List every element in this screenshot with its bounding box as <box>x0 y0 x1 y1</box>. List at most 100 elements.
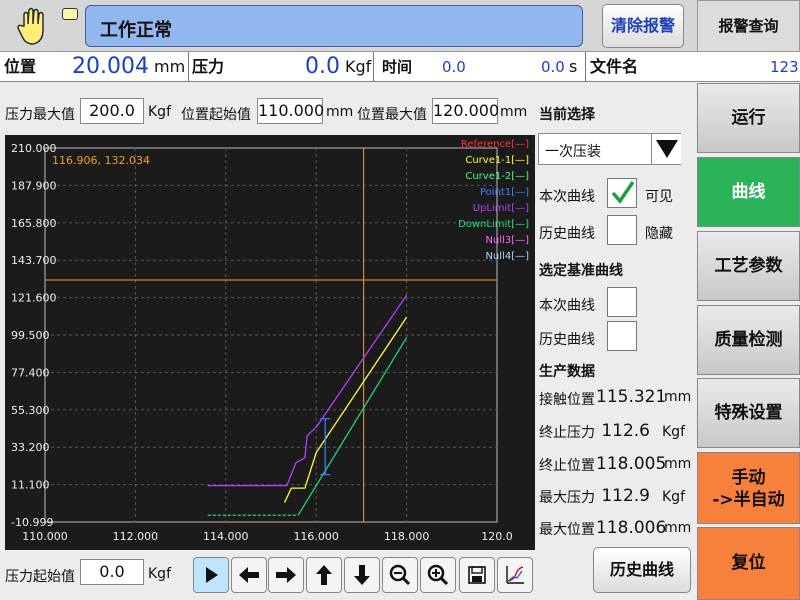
pan-down-button[interactable] <box>344 557 380 593</box>
end-pressure-label: 终止压力 <box>539 425 595 441</box>
this-curve-checkbox[interactable] <box>607 178 637 208</box>
arrow-down-icon <box>354 565 370 585</box>
cursor-readout: 116.906, 132.034 <box>52 154 150 167</box>
y-tick-label: 143.700 <box>11 254 57 267</box>
zoom-out-button[interactable] <box>382 557 418 593</box>
nav-curve-button[interactable]: 曲线 <box>697 157 800 227</box>
chart-settings-button[interactable] <box>497 557 533 593</box>
pos-max-input[interactable]: 120.000 <box>432 98 499 124</box>
pressure-start-unit: Kgf <box>148 566 171 582</box>
end-pos-label: 终止位置 <box>539 458 595 474</box>
ref-this-label: 本次曲线 <box>539 298 595 314</box>
chart-canvas[interactable]: 210.000 187.900 165.800 143.700 121.600 99.50… <box>5 135 535 550</box>
pos-start-input[interactable]: 110.000 <box>257 98 324 124</box>
time-value-1: 0.0 <box>442 58 466 76</box>
pos-max-unit: mm <box>500 104 528 120</box>
end-pos-value: 118.005 <box>596 454 667 474</box>
y-tick-label: 33.200 <box>11 441 50 454</box>
this-curve-label: 本次曲线 <box>539 189 595 205</box>
file-name-value: 123 <box>770 58 799 76</box>
ref-history-checkbox[interactable] <box>607 321 637 351</box>
position-unit: mm <box>154 57 186 76</box>
x-tick-label: 120.0 <box>481 530 513 543</box>
pressure-position-chart[interactable]: 210.000 187.900 165.800 143.700 121.600 99.50… <box>5 135 535 550</box>
time-value-2: 0.0 <box>541 58 565 76</box>
pos-start-label: 位置起始值 <box>181 107 251 123</box>
y-tick-label: -10.999 <box>11 516 53 529</box>
chart-curve-icon <box>506 566 524 584</box>
pos-max-label: 位置最大值 <box>357 107 427 123</box>
status-display: 工作正常 <box>85 5 583 47</box>
max-pressure-label: 压力最大值 <box>5 107 75 123</box>
dropdown-button[interactable] <box>651 134 681 164</box>
series-line <box>207 294 408 487</box>
y-tick-label: 99.500 <box>11 329 50 342</box>
play-icon <box>206 567 218 583</box>
arrow-up-icon <box>316 565 332 585</box>
end-pressure-unit: Kgf <box>662 424 685 440</box>
max-pressure-unit: Kgf <box>662 489 685 505</box>
select-value: 一次压装 <box>545 144 601 160</box>
x-tick-label: 112.000 <box>113 530 159 543</box>
x-tick-label: 116.000 <box>293 530 339 543</box>
nav-special-settings-button[interactable]: 特殊设置 <box>697 378 800 448</box>
arrow-right-icon <box>276 567 296 583</box>
end-pos-unit: mm <box>664 456 692 472</box>
max-pos-label: 最大位置 <box>539 522 595 538</box>
pan-left-button[interactable] <box>231 557 267 593</box>
prod-data-label: 生产数据 <box>539 364 595 380</box>
series-line <box>297 337 408 516</box>
history-curve-checkbox[interactable] <box>607 215 637 245</box>
y-tick-label: 11.100 <box>11 479 50 492</box>
zoom-out-icon <box>389 564 411 586</box>
checkmark-icon <box>611 181 635 204</box>
hand-stop-icon[interactable] <box>14 6 54 46</box>
contact-pos-value: 115.321 <box>596 387 667 407</box>
nav-process-params-button[interactable]: 工艺参数 <box>697 231 800 301</box>
visible-label: 可见 <box>645 189 673 205</box>
pressure-start-input[interactable]: 0.0 <box>80 559 144 585</box>
legend-entry: Point1[—] <box>480 187 529 198</box>
max-pressure-input[interactable]: 200.0 <box>80 98 144 124</box>
y-tick-label: 77.400 <box>11 366 50 379</box>
ref-history-label: 历史曲线 <box>539 332 595 348</box>
legend-entry: Null3[—] <box>485 235 529 246</box>
nav-manual-semiauto-button[interactable]: 手动 ->半自动 <box>697 452 800 524</box>
max-pressure-label-right: 最大压力 <box>539 490 595 506</box>
legend-entry: DownLimit[—] <box>458 219 529 230</box>
zoom-in-button[interactable] <box>420 557 456 593</box>
legend-entry: Curve1-2[—] <box>465 171 529 182</box>
max-pressure-unit: Kgf <box>148 104 171 120</box>
pos-start-unit: mm <box>326 104 354 120</box>
curve-select-dropdown[interactable]: 一次压装 <box>538 133 681 165</box>
nav-run-button[interactable]: 运行 <box>697 83 800 153</box>
pan-up-button[interactable] <box>306 557 342 593</box>
alarm-query-button[interactable]: 报警查询 <box>697 0 800 52</box>
history-curve-button[interactable]: 历史曲线 <box>593 547 691 593</box>
legend-entry: UpLimit[—] <box>473 203 529 214</box>
save-icon <box>468 566 486 584</box>
pressure-value: 0.0 <box>305 54 340 79</box>
file-name-label: 文件名 <box>590 57 639 76</box>
max-pos-value: 118.006 <box>596 518 667 538</box>
select-ref-label: 选定基准曲线 <box>539 263 623 279</box>
x-tick-label: 118.000 <box>384 530 430 543</box>
time-unit: s <box>569 57 578 76</box>
play-button[interactable] <box>193 557 229 593</box>
contact-pos-label: 接触位置 <box>539 392 595 408</box>
x-tick-label: 114.000 <box>203 530 249 543</box>
legend-entry: Reference[—] <box>461 139 529 150</box>
arrow-left-icon <box>239 567 259 583</box>
pressure-start-label: 压力起始值 <box>5 569 75 585</box>
hidden-label: 隐藏 <box>645 226 673 242</box>
y-tick-label: 165.800 <box>11 217 57 230</box>
pan-right-button[interactable] <box>268 557 304 593</box>
y-tick-label: 121.600 <box>11 292 57 305</box>
pressure-label: 压力 <box>192 57 225 76</box>
ref-this-checkbox[interactable] <box>607 287 637 317</box>
clear-alarm-button[interactable]: 清除报警 <box>602 4 684 48</box>
y-tick-label: 187.900 <box>11 179 57 192</box>
nav-quality-button[interactable]: 质量检测 <box>697 305 800 375</box>
nav-reset-button[interactable]: 复位 <box>697 527 800 600</box>
save-button[interactable] <box>459 557 495 593</box>
